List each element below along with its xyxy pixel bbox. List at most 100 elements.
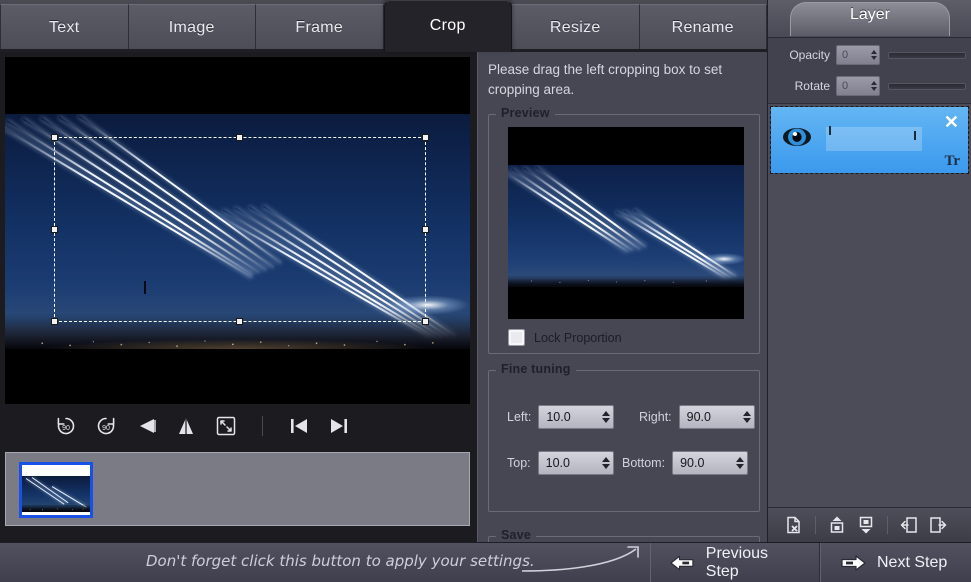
layer-panel: Layer Opacity 0 Rotate 0: [767, 0, 971, 542]
crop-handle-w[interactable]: [51, 226, 58, 233]
crop-left-stepper[interactable]: 10.0: [538, 405, 614, 429]
photo-editor-window: Text Image Frame Crop Resize Rename: [0, 0, 971, 582]
crop-right-value: 90.0: [687, 410, 743, 424]
lock-proportion-row[interactable]: Lock Proportion: [508, 329, 622, 346]
filmstrip-thumbnail[interactable]: [19, 462, 93, 518]
previous-step-label: Previous Step: [706, 545, 801, 581]
crop-left-value: 10.0: [546, 410, 602, 424]
thumbnail-image: [22, 476, 90, 512]
crop-handle-nw[interactable]: [51, 134, 58, 141]
merge-layer-forward-icon[interactable]: [926, 513, 950, 537]
image-canvas[interactable]: [5, 57, 470, 404]
lock-proportion-checkbox[interactable]: [508, 329, 525, 346]
stepper-arrows[interactable]: [871, 50, 877, 60]
crop-handle-se[interactable]: [422, 318, 429, 325]
preview-skyline: [508, 275, 744, 287]
main-tab-bar: Text Image Frame Crop Resize Rename: [0, 0, 767, 52]
toolbar-separator: [262, 416, 263, 436]
opacity-row: Opacity 0: [768, 40, 971, 70]
delete-layer-icon[interactable]: [782, 513, 806, 537]
layer-list[interactable]: ✕ Tr: [768, 103, 971, 507]
crop-handle-n[interactable]: [236, 134, 243, 141]
tab-crop[interactable]: Crop: [384, 0, 513, 52]
rotate-left-90-icon[interactable]: 90: [52, 412, 80, 440]
layer-panel-header: Layer: [768, 0, 971, 38]
instruction-text: Please drag the left cropping box to set…: [488, 60, 760, 100]
layer-panel-title: Layer: [768, 6, 971, 24]
crop-handle-sw[interactable]: [51, 318, 58, 325]
opacity-label: Opacity: [774, 48, 830, 62]
close-icon[interactable]: ✕: [944, 113, 959, 131]
stepper-arrows[interactable]: [736, 457, 744, 469]
layer-list-item[interactable]: ✕ Tr: [771, 107, 968, 173]
crop-handle-s[interactable]: [236, 318, 243, 325]
bottom-bar: Don't forget click this button to apply …: [0, 542, 971, 582]
layer-mark-right: [914, 131, 916, 140]
crop-right-label: Right:: [639, 410, 672, 424]
flip-vertical-icon[interactable]: [172, 412, 200, 440]
previous-step-button[interactable]: Previous Step: [650, 543, 820, 582]
crop-preview-image: [508, 127, 744, 319]
next-step-label: Next Step: [877, 554, 947, 572]
rotate-stepper[interactable]: 0: [836, 76, 880, 96]
tab-resize[interactable]: Resize: [512, 4, 640, 52]
crop-top-value: 10.0: [546, 456, 602, 470]
opacity-value: 0: [842, 49, 871, 61]
image-toolbar: 90 90: [0, 404, 477, 448]
toolbar-separator: [815, 516, 816, 534]
merge-layer-back-icon[interactable]: [897, 513, 921, 537]
layer-visibility-eye-icon[interactable]: [782, 126, 812, 148]
flip-horizontal-icon[interactable]: [132, 412, 160, 440]
arrow-left-icon: [669, 553, 696, 573]
tab-rename[interactable]: Rename: [640, 4, 768, 52]
crop-bottom-label: Bottom:: [622, 456, 665, 470]
preview-photo: [508, 165, 744, 287]
crop-settings-panel: Please drag the left cropping box to set…: [477, 52, 767, 542]
crop-left-row: Left: 10.0: [507, 405, 614, 429]
text-layer-icon[interactable]: Tr: [944, 154, 960, 169]
rotate-right-90-icon[interactable]: 90: [92, 412, 120, 440]
crop-top-stepper[interactable]: 10.0: [538, 451, 614, 475]
next-step-button[interactable]: Next Step: [820, 543, 971, 582]
crop-left-label: Left:: [507, 410, 531, 424]
fit-to-screen-icon[interactable]: [212, 412, 240, 440]
next-image-icon[interactable]: [325, 412, 353, 440]
rotate-label: Rotate: [774, 79, 830, 93]
layer-thumbnail: [826, 127, 922, 151]
fine-tuning-group: Fine tuning Left: 10.0 Right: 90.0 Top: …: [488, 370, 760, 512]
move-layer-up-icon[interactable]: [825, 513, 849, 537]
stepper-arrows[interactable]: [602, 411, 610, 423]
preview-group: Preview Lock Proportion: [488, 114, 760, 354]
crop-handle-ne[interactable]: [422, 134, 429, 141]
crop-bottom-value: 90.0: [680, 456, 736, 470]
crop-bottom-stepper[interactable]: 90.0: [672, 451, 748, 475]
crop-handle-e[interactable]: [422, 226, 429, 233]
svg-text:90: 90: [102, 425, 110, 432]
rotate-row: Rotate 0: [768, 71, 971, 101]
opacity-slider[interactable]: [888, 52, 966, 59]
move-layer-down-icon[interactable]: [854, 513, 878, 537]
crop-bottom-row: Bottom: 90.0: [622, 451, 748, 475]
crop-selection-box[interactable]: [54, 137, 426, 322]
stepper-arrows[interactable]: [871, 81, 877, 91]
fine-tuning-group-title: Fine tuning: [496, 362, 576, 376]
save-group-title: Save: [496, 528, 536, 542]
stepper-arrows[interactable]: [743, 411, 751, 423]
crop-top-row: Top: 10.0: [507, 451, 614, 475]
previous-image-icon[interactable]: [285, 412, 313, 440]
svg-text:90: 90: [62, 425, 70, 432]
rotate-slider[interactable]: [888, 83, 966, 90]
stepper-arrows[interactable]: [602, 457, 610, 469]
layer-toolbar: [768, 507, 971, 542]
crop-right-stepper[interactable]: 90.0: [679, 405, 755, 429]
tab-frame[interactable]: Frame: [256, 4, 384, 52]
opacity-stepper[interactable]: 0: [836, 45, 880, 65]
toolbar-separator: [887, 516, 888, 534]
preview-group-title: Preview: [496, 106, 555, 120]
tab-text[interactable]: Text: [0, 4, 129, 52]
layer-mark-left: [829, 126, 831, 135]
image-filmstrip[interactable]: [5, 452, 470, 526]
arrow-right-icon: [839, 553, 867, 573]
crop-top-label: Top:: [507, 456, 531, 470]
tab-image[interactable]: Image: [129, 4, 257, 52]
